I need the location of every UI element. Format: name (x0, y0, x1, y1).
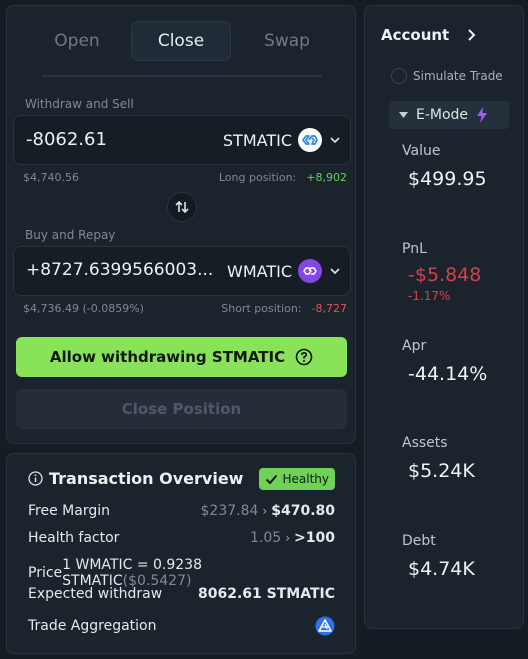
value-label: Value (402, 143, 441, 159)
repay-token-select[interactable]: WMATIC (227, 257, 342, 285)
price-row: Price 1 WMATIC = 0.9238 STMATIC($0.5427) (28, 557, 335, 589)
assets-value: $5.24K (408, 460, 475, 482)
repay-sub-row: $4,736.49 (-0.0859%) Short position: -8,… (23, 302, 347, 315)
pnl-label: PnL (402, 241, 427, 257)
account-header[interactable]: Account (381, 26, 477, 44)
chevron-down-icon (328, 133, 342, 147)
expected-withdraw-row: Expected withdraw 8062.61 STMATIC (28, 586, 335, 602)
tab-open[interactable]: Open (27, 21, 127, 61)
trade-aggregation-row: Trade Aggregation (28, 616, 335, 636)
info-icon (28, 471, 43, 486)
stmatic-token-icon (298, 128, 322, 152)
close-position-button[interactable]: Close Position (16, 389, 347, 429)
withdraw-amount-input[interactable]: -8062.61 (26, 129, 206, 150)
free-margin-label: Free Margin (28, 503, 110, 519)
lightning-icon (477, 107, 488, 123)
aggregator-icon[interactable] (315, 616, 335, 636)
transaction-overview-panel: Transaction Overview Healthy Free Margin… (6, 453, 356, 654)
allow-withdraw-button[interactable]: Allow withdrawing STMATIC (16, 337, 347, 377)
withdraw-usd: $4,740.56 (23, 171, 79, 184)
tab-close[interactable]: Close (131, 21, 231, 61)
free-margin-row: Free Margin $237.84 › $470.80 (28, 503, 335, 519)
apr-label: Apr (402, 338, 427, 354)
pnl-percent: -1.17% (408, 289, 451, 303)
tab-divider (42, 75, 322, 77)
expected-withdraw-value: 8062.61 STMATIC (198, 586, 335, 602)
account-title: Account (381, 26, 450, 44)
simulate-radio[interactable] (391, 68, 407, 84)
withdraw-token-select[interactable]: STMATIC (223, 126, 342, 154)
allow-withdraw-label: Allow withdrawing STMATIC (49, 348, 286, 366)
overview-title: Transaction Overview (28, 469, 243, 488)
chevron-down-icon (328, 264, 342, 278)
withdraw-label: Withdraw and Sell (25, 97, 134, 111)
free-margin-from: $237.84 (200, 503, 259, 519)
chevron-right-icon: › (262, 504, 268, 518)
long-position-label: Long position: (218, 171, 297, 184)
swap-direction-button[interactable] (167, 192, 197, 222)
trade-panel: Open Close Swap Withdraw and Sell -8062.… (6, 5, 356, 444)
healthy-badge-label: Healthy (282, 472, 329, 486)
health-factor-row: Health factor 1.05 › >100 (28, 530, 335, 546)
check-icon (266, 474, 278, 484)
overview-title-text: Transaction Overview (49, 469, 244, 488)
question-circle-icon[interactable] (295, 348, 313, 366)
emode-label: E-Mode (416, 107, 469, 123)
repay-label: Buy and Repay (25, 228, 116, 242)
health-factor-label: Health factor (28, 530, 120, 546)
tab-swap[interactable]: Swap (237, 21, 337, 61)
chevron-right-icon: › (285, 531, 291, 545)
free-margin-to: $470.80 (271, 503, 335, 519)
repay-amount-box: +8727.6399566003... WMATIC (13, 246, 351, 296)
debt-label: Debt (402, 533, 436, 549)
value-amount: $499.95 (408, 168, 487, 190)
long-position-value: +8,902 (306, 171, 347, 184)
withdraw-token-name: STMATIC (222, 130, 292, 150)
apr-value: -44.14% (408, 363, 488, 385)
short-position-value: -8,727 (311, 302, 347, 315)
account-panel: Account Simulate Trade E-Mode Value $499… (364, 5, 524, 629)
repay-amount-input[interactable]: +8727.6399566003... (26, 260, 218, 280)
health-factor-from: 1.05 (250, 530, 282, 546)
assets-label: Assets (402, 435, 448, 451)
simulate-trade-toggle[interactable]: Simulate Trade (391, 68, 503, 84)
health-factor-to: >100 (294, 530, 335, 546)
pnl-amount: -$5.848 (408, 264, 482, 286)
emode-button[interactable]: E-Mode (389, 101, 509, 129)
simulate-trade-label: Simulate Trade (413, 69, 503, 83)
short-position-label: Short position: (221, 302, 302, 315)
price-label: Price (28, 565, 63, 581)
withdraw-amount-box: -8062.61 STMATIC (13, 115, 351, 165)
trade-aggregation-label: Trade Aggregation (28, 618, 157, 634)
swap-arrows-icon (175, 200, 189, 214)
repay-token-name: WMATIC (227, 261, 292, 281)
chevron-right-icon (468, 29, 476, 41)
repay-usd: $4,736.49 (-0.0859%) (23, 302, 144, 315)
expected-withdraw-label: Expected withdraw (28, 586, 163, 602)
healthy-badge: Healthy (259, 468, 335, 490)
wmatic-token-icon (298, 259, 322, 283)
withdraw-sub-row: $4,740.56 Long position: +8,902 (23, 171, 347, 184)
debt-value: $4.74K (408, 558, 475, 580)
triangle-down-icon (399, 112, 408, 118)
